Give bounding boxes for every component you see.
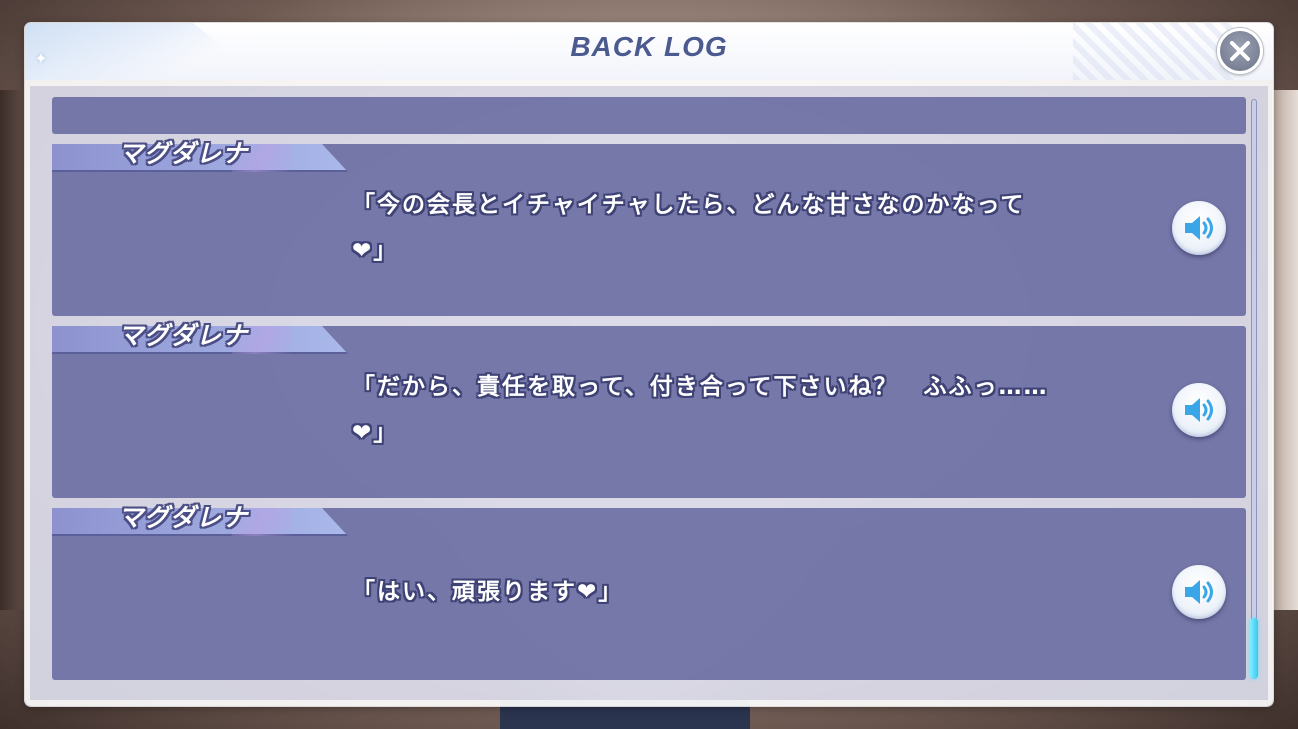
speaker-name: マグダレナ <box>118 503 249 532</box>
dialogue-line: 「はい、頑張ります❤」 <box>352 579 624 605</box>
voice-replay-button[interactable] <box>1172 383 1226 437</box>
dialogue-line: 「だから、責任を取って、付き合って下さいね？ ふふっ…… <box>352 374 1049 400</box>
dialogue-line: ❤」 <box>352 420 399 446</box>
backlog-dialog: ✦ BACK LOG マグダレナ 「今の会長とイチャイチャしたら、どんな甘さなの… <box>25 23 1273 706</box>
speaker-name: マグダレナ <box>118 139 249 168</box>
speaker-icon <box>1185 580 1213 604</box>
voice-replay-button[interactable] <box>1172 565 1226 619</box>
speaker-name: マグダレナ <box>118 321 249 350</box>
backlog-header: ✦ BACK LOG <box>25 23 1273 80</box>
close-button[interactable] <box>1217 28 1263 74</box>
voice-replay-button[interactable] <box>1172 201 1226 255</box>
scrollbar-track[interactable] <box>1251 99 1257 679</box>
log-entry: マグダレナ 「はい、頑張ります❤」 <box>52 503 1246 680</box>
log-entry-partial <box>52 97 1246 134</box>
speaker-icon <box>1185 398 1213 422</box>
scrollbar-thumb[interactable] <box>1250 618 1258 679</box>
close-icon <box>1230 41 1250 61</box>
log-entry: マグダレナ 「今の会長とイチャイチャしたら、どんな甘さなのかなって ❤」 <box>52 139 1246 316</box>
speaker-icon <box>1185 216 1213 240</box>
backlog-title: BACK LOG <box>570 31 728 62</box>
log-entry: マグダレナ 「だから、責任を取って、付き合って下さいね？ ふふっ…… ❤」 <box>52 321 1246 498</box>
background-window-right <box>1272 90 1298 610</box>
dialogue-line: 「今の会長とイチャイチャしたら、どんな甘さなのかなって <box>352 192 1026 218</box>
backlog-list[interactable]: マグダレナ 「今の会長とイチャイチャしたら、どんな甘さなのかなって ❤」 マグダ… <box>30 86 1268 700</box>
dialogue-line: ❤」 <box>352 238 399 264</box>
